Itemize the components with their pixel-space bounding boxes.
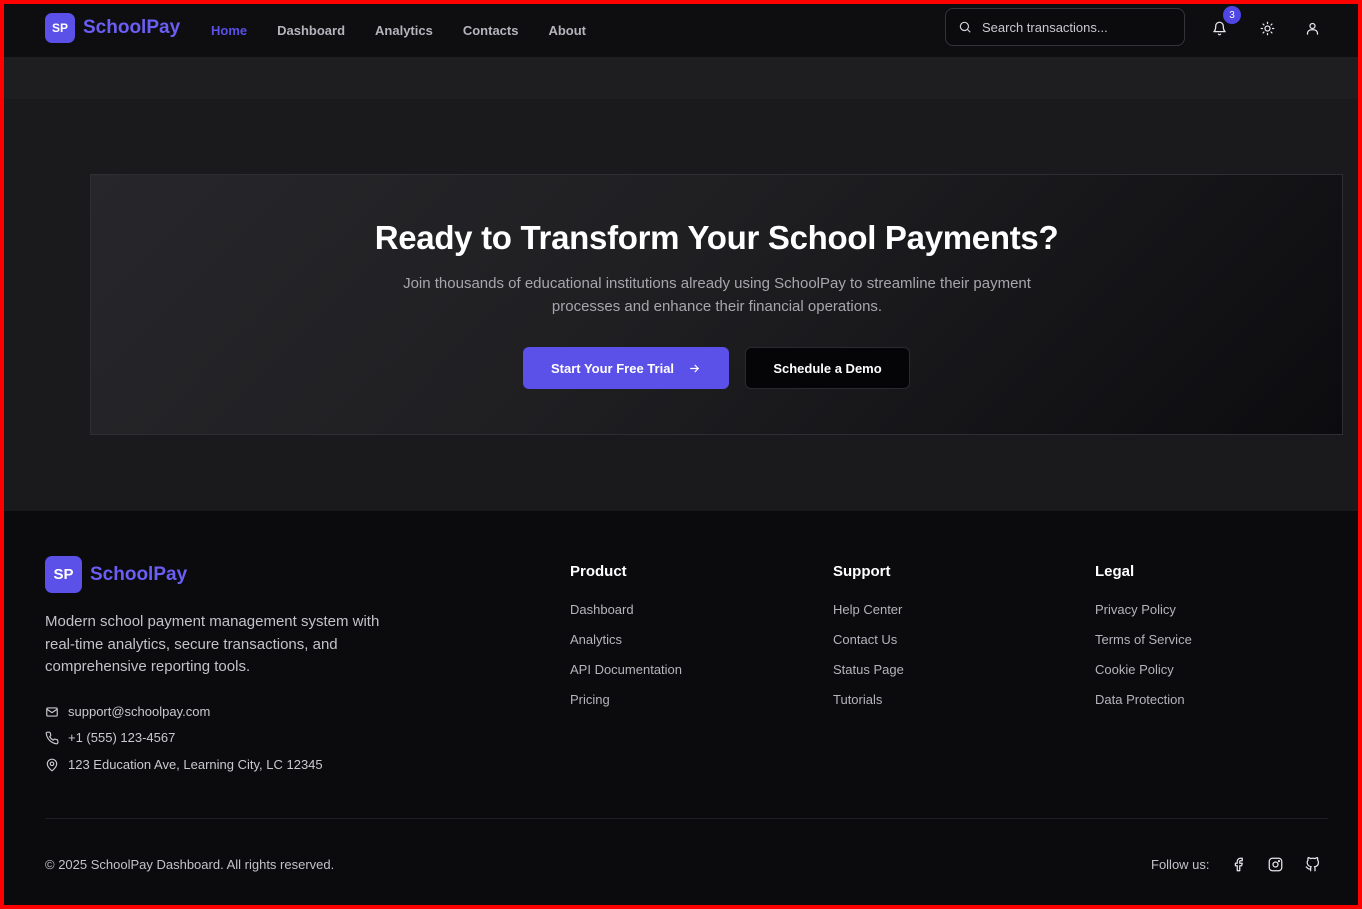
- footer-column-title: Legal: [1095, 563, 1135, 580]
- footer-column-title: Support: [833, 563, 891, 580]
- contact-address: 123 Education Ave, Learning City, LC 123…: [45, 757, 323, 772]
- cta-subtitle: Join thousands of educational institutio…: [403, 275, 1031, 315]
- app-window: SP SchoolPay Home Dashboard Analytics Co…: [4, 4, 1358, 905]
- contact-email-text: support@schoolpay.com: [68, 704, 211, 719]
- schedule-demo-label: Schedule a Demo: [773, 360, 882, 376]
- nav-contacts[interactable]: Contacts: [463, 23, 519, 38]
- footer-link-dashboard[interactable]: Dashboard: [570, 602, 682, 632]
- github-icon: [1305, 856, 1319, 871]
- footer-column-legal: Legal Privacy Policy Terms of Service Co…: [1095, 563, 1192, 722]
- footer-link-api-documentation[interactable]: API Documentation: [570, 662, 682, 692]
- contact-email[interactable]: support@schoolpay.com: [45, 704, 210, 719]
- footer-link-privacy-policy[interactable]: Privacy Policy: [1095, 602, 1192, 632]
- footer-divider: [45, 818, 1328, 819]
- brand-name: SchoolPay: [83, 17, 181, 38]
- footer-link-data-protection[interactable]: Data Protection: [1095, 692, 1192, 722]
- facebook-icon: [1234, 857, 1243, 871]
- instagram-link[interactable]: [1266, 855, 1284, 873]
- user-menu-button[interactable]: [1300, 16, 1324, 40]
- start-free-trial-button[interactable]: Start Your Free Trial: [523, 347, 729, 389]
- footer-link-cookie-policy[interactable]: Cookie Policy: [1095, 662, 1192, 692]
- nav-dashboard[interactable]: Dashboard: [277, 23, 345, 38]
- search-icon: [959, 21, 971, 33]
- footer-link-pricing[interactable]: Pricing: [570, 692, 682, 722]
- footer-description: Modern school payment management system …: [45, 613, 380, 675]
- schedule-demo-button[interactable]: Schedule a Demo: [745, 347, 910, 389]
- logo-badge: SP: [45, 13, 75, 43]
- footer-link-analytics[interactable]: Analytics: [570, 632, 682, 662]
- footer-link-tutorials[interactable]: Tutorials: [833, 692, 904, 722]
- nav-about[interactable]: About: [548, 23, 586, 38]
- search-box: [945, 8, 1185, 46]
- mail-icon: [46, 706, 58, 717]
- nav-analytics[interactable]: Analytics: [375, 23, 433, 38]
- footer-column-product: Product Dashboard Analytics API Document…: [570, 563, 682, 722]
- arrow-right-icon: [690, 364, 699, 372]
- user-icon: [1306, 22, 1318, 35]
- facebook-link[interactable]: [1229, 855, 1247, 873]
- footer-column-title: Product: [570, 563, 627, 580]
- github-link[interactable]: [1303, 855, 1321, 873]
- brand-logo[interactable]: SP SchoolPay: [45, 13, 180, 43]
- footer-link-status-page[interactable]: Status Page: [833, 662, 904, 692]
- nav-home[interactable]: Home: [211, 23, 247, 38]
- main-nav: Home Dashboard Analytics Contacts About: [211, 4, 616, 57]
- contact-phone[interactable]: +1 (555) 123-4567: [45, 730, 175, 745]
- sub-header-bar: [4, 57, 1358, 99]
- footer-brand-name: SchoolPay: [90, 563, 188, 585]
- cta-section: Ready to Transform Your School Payments?…: [90, 174, 1343, 435]
- follow-us-label: Follow us:: [1151, 857, 1210, 872]
- footer-column-support: Support Help Center Contact Us Status Pa…: [833, 563, 904, 722]
- footer-link-help-center[interactable]: Help Center: [833, 602, 904, 632]
- top-navbar: SP SchoolPay Home Dashboard Analytics Co…: [4, 4, 1358, 57]
- contact-phone-text: +1 (555) 123-4567: [68, 730, 176, 745]
- footer-link-contact-us[interactable]: Contact Us: [833, 632, 904, 662]
- map-pin-icon: [46, 758, 58, 771]
- footer-logo-badge: SP: [45, 556, 82, 593]
- bell-icon: [1212, 21, 1226, 35]
- contact-address-text: 123 Education Ave, Learning City, LC 123…: [68, 757, 323, 772]
- copyright-text: © 2025 SchoolPay Dashboard. All rights r…: [45, 857, 335, 872]
- footer-link-terms-of-service[interactable]: Terms of Service: [1095, 632, 1192, 662]
- start-free-trial-label: Start Your Free Trial: [550, 360, 675, 376]
- instagram-icon: [1268, 857, 1282, 871]
- footer-brand-logo[interactable]: SP SchoolPay: [45, 556, 187, 593]
- notification-count-badge: 3: [1223, 6, 1241, 24]
- search-input[interactable]: [982, 19, 1172, 35]
- theme-toggle-button[interactable]: [1255, 16, 1279, 40]
- site-footer: SP SchoolPay Modern school payment manag…: [4, 511, 1358, 905]
- phone-icon: [45, 731, 59, 744]
- cta-title: Ready to Transform Your School Payments?: [374, 219, 1059, 256]
- sun-icon: [1260, 21, 1274, 35]
